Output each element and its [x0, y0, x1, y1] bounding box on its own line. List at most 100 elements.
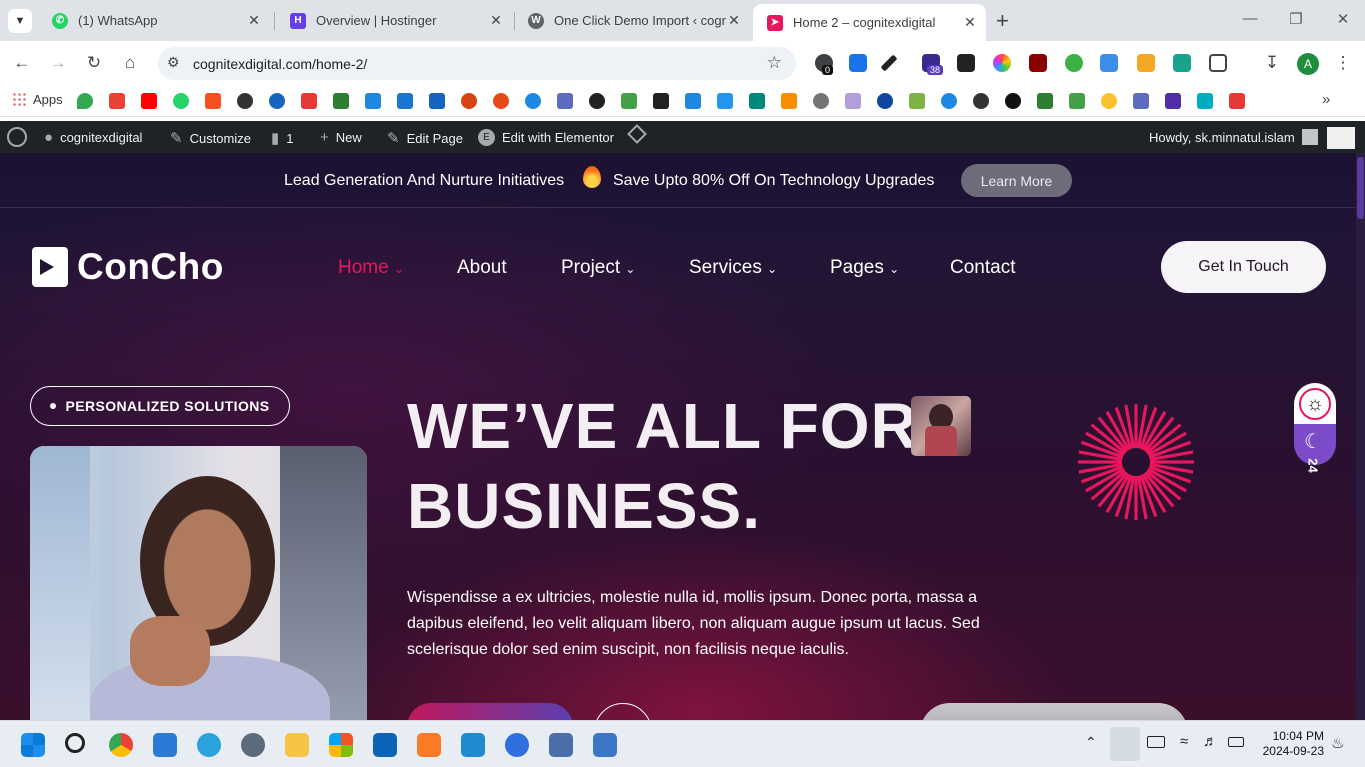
gmail-bookmark-icon[interactable]: [109, 93, 125, 109]
wordpress-logo-icon[interactable]: [7, 127, 27, 147]
new-tab-button[interactable]: +: [996, 8, 1009, 34]
xampp-icon[interactable]: [417, 733, 441, 757]
search-icon[interactable]: [65, 733, 85, 753]
nav-project[interactable]: Project ⌄: [561, 257, 635, 279]
address-bar[interactable]: ⚙ cognitexdigital.com/home-2/ ☆: [158, 47, 796, 80]
bookmark-icon[interactable]: [941, 93, 957, 109]
bookmark-icon[interactable]: [717, 93, 733, 109]
bookmark-icon[interactable]: [1037, 93, 1053, 109]
tab-whatsapp[interactable]: ✆ (1) WhatsApp ✕: [38, 6, 270, 35]
play-button[interactable]: [594, 703, 652, 720]
maps-bookmark-icon[interactable]: [77, 93, 93, 109]
telegram-icon[interactable]: [197, 733, 221, 757]
back-icon[interactable]: ←: [12, 53, 32, 73]
app-icon[interactable]: [505, 733, 529, 757]
store-icon[interactable]: [329, 733, 353, 757]
hero-primary-button[interactable]: [407, 703, 573, 720]
extension-orange-icon[interactable]: [1137, 54, 1155, 72]
bookmark-icon[interactable]: [1165, 93, 1181, 109]
apps-bookmark[interactable]: Apps: [12, 92, 63, 107]
snipping-tool-icon[interactable]: [593, 733, 617, 757]
forward-icon[interactable]: →: [48, 53, 68, 73]
wp-new[interactable]: + New: [320, 129, 362, 146]
bookmark-icon[interactable]: [1005, 93, 1021, 109]
home-icon[interactable]: ⌂: [120, 53, 140, 73]
moon-icon[interactable]: ☾: [1304, 429, 1322, 454]
close-tab-icon[interactable]: ✕: [962, 14, 978, 31]
bookmark-icon[interactable]: [973, 93, 989, 109]
close-tab-icon[interactable]: ✕: [246, 12, 262, 29]
get-in-touch-button[interactable]: Get In Touch: [1161, 241, 1326, 293]
nav-pages[interactable]: Pages ⌄: [830, 257, 899, 279]
shield-bookmark-icon[interactable]: [429, 93, 445, 109]
learn-more-button[interactable]: Learn More: [961, 164, 1072, 197]
bookmark-icon[interactable]: [269, 93, 285, 109]
extension-font-icon[interactable]: [957, 54, 975, 72]
system-clock[interactable]: 10:04 PM 2024-09-23: [1258, 729, 1324, 759]
browser-menu-icon[interactable]: ⋮: [1333, 53, 1353, 73]
bookmark-icon[interactable]: [781, 93, 797, 109]
bookmark-icon[interactable]: [621, 93, 637, 109]
gear-bookmark-icon[interactable]: [813, 93, 829, 109]
chrome-icon[interactable]: [109, 733, 133, 757]
close-tab-icon[interactable]: ✕: [488, 12, 504, 29]
bookmark-icon[interactable]: [333, 93, 349, 109]
bookmark-star-icon[interactable]: ☆: [767, 53, 782, 73]
pen-tray-icon[interactable]: [1110, 727, 1140, 761]
tab-demo-import[interactable]: W One Click Demo Import ‹ cognit ✕: [514, 6, 750, 35]
site-info-icon[interactable]: ⚙: [167, 54, 180, 71]
bookmark-icon[interactable]: [1101, 93, 1117, 109]
tab-search-button[interactable]: ▼: [8, 9, 32, 33]
bookmark-icon[interactable]: [685, 93, 701, 109]
bookmark-icon[interactable]: [1197, 93, 1213, 109]
close-window-icon[interactable]: ✕: [1333, 10, 1353, 28]
youtube-bookmark-icon[interactable]: [141, 93, 157, 109]
bookmark-icon[interactable]: [237, 93, 253, 109]
cart-bookmark-icon[interactable]: [365, 93, 381, 109]
battery-icon[interactable]: [1228, 737, 1244, 747]
extension-color-icon[interactable]: [993, 54, 1011, 72]
extensions-puzzle-icon[interactable]: [1209, 54, 1227, 72]
show-hidden-icons[interactable]: ⌃: [1085, 734, 1097, 751]
calculator-icon[interactable]: [549, 733, 573, 757]
bookmark-icon[interactable]: [909, 93, 925, 109]
more-bookmarks-icon[interactable]: »: [1322, 91, 1330, 108]
bookmark-icon[interactable]: [525, 93, 541, 109]
site-logo[interactable]: ConCho: [32, 246, 224, 288]
wordpress-bookmark-icon[interactable]: [461, 93, 477, 109]
minimize-icon[interactable]: —: [1240, 10, 1260, 27]
bookmark-icon[interactable]: [397, 93, 413, 109]
profile-avatar[interactable]: A: [1297, 53, 1319, 75]
extension-eyedropper-icon[interactable]: [880, 54, 898, 72]
extension-ublock-icon[interactable]: [1029, 54, 1047, 72]
extension-teal-icon[interactable]: [1173, 54, 1191, 72]
bookmark-icon[interactable]: [1229, 93, 1245, 109]
bookmark-icon[interactable]: [589, 93, 605, 109]
mail-bookmark-icon[interactable]: [653, 93, 669, 109]
vscode-icon[interactable]: [461, 733, 485, 757]
bookmark-icon[interactable]: [301, 93, 317, 109]
wp-edit-page[interactable]: ✎ Edit Page: [387, 129, 463, 147]
api-bookmark-icon[interactable]: [557, 93, 573, 109]
outlook-icon[interactable]: [373, 733, 397, 757]
restore-icon[interactable]: ❐: [1286, 10, 1306, 28]
tab-home-2[interactable]: ➤ Home 2 – cognitexdigital ✕: [753, 4, 986, 41]
extension-download-icon[interactable]: [849, 54, 867, 72]
settings-icon[interactable]: [241, 733, 265, 757]
extension-fi-icon[interactable]: [1100, 54, 1118, 72]
windows-start-icon[interactable]: [21, 733, 45, 757]
wp-howdy[interactable]: Howdy, sk.minnatul.islam: [1149, 129, 1318, 145]
bookmark-icon[interactable]: [1069, 93, 1085, 109]
wifi-icon[interactable]: ≈: [1180, 733, 1188, 750]
page-scrollbar[interactable]: [1356, 153, 1365, 720]
notification-bell-icon[interactable]: ♨: [1331, 734, 1344, 752]
nav-contact[interactable]: Contact: [950, 257, 1015, 279]
reload-icon[interactable]: ↻: [84, 53, 104, 73]
bookmark-icon[interactable]: [205, 93, 221, 109]
bookmark-icon[interactable]: [1133, 93, 1149, 109]
diamond-icon[interactable]: [627, 124, 647, 144]
keyboard-icon[interactable]: [1147, 736, 1165, 748]
nav-services[interactable]: Services ⌄: [689, 257, 777, 279]
book-bookmark-icon[interactable]: [845, 93, 861, 109]
downloads-icon[interactable]: ↧: [1262, 53, 1282, 73]
